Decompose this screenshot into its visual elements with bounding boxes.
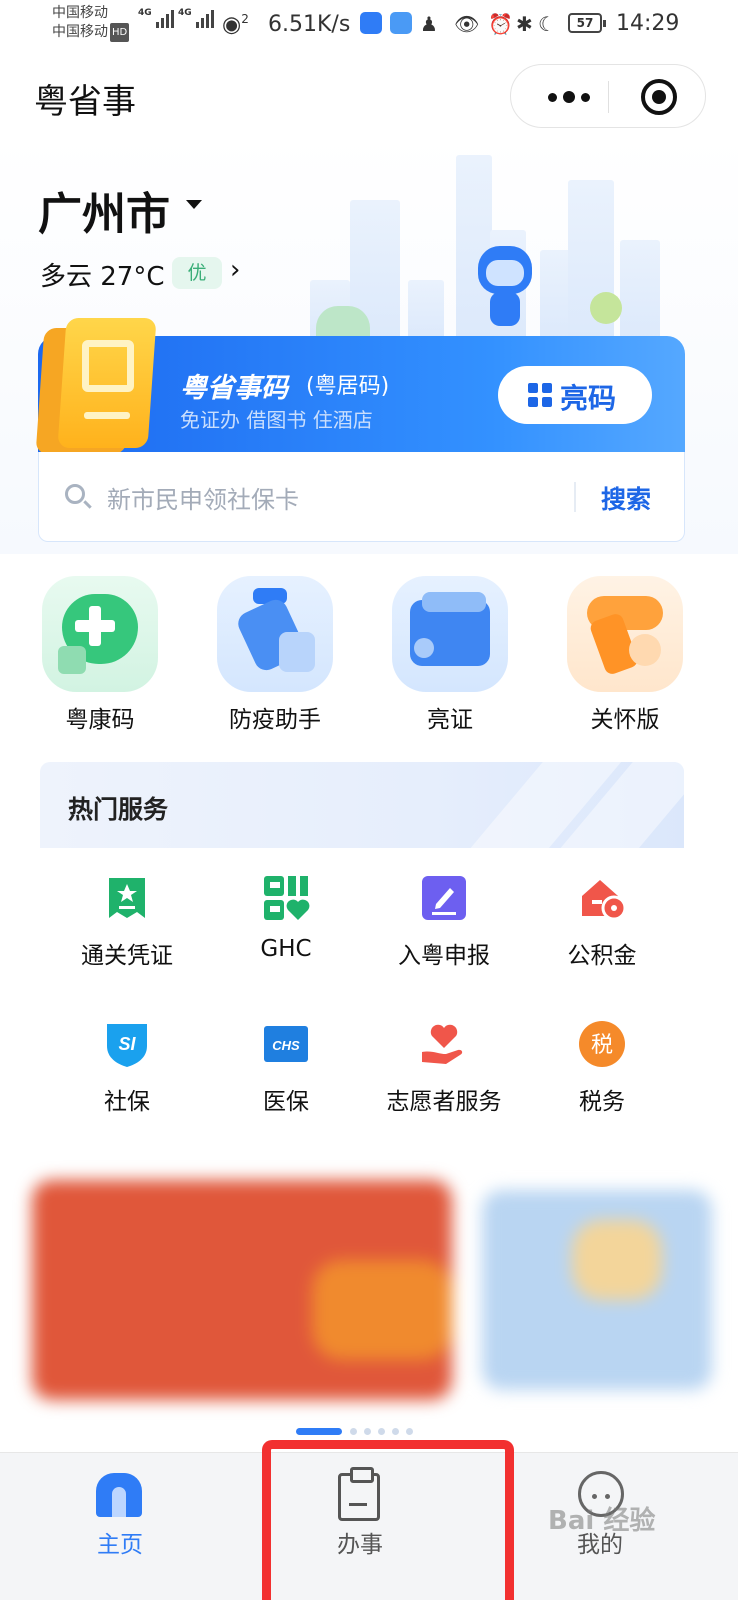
hd-badge: HD [110,23,130,42]
shortcut-show-id[interactable]: 亮证 [380,576,520,736]
scarf-icon [567,576,683,692]
wifi-icon: ◉2 [222,12,249,38]
eye-icon: 👁 [454,12,480,36]
promo-banner[interactable] [12,1150,726,1412]
alarm-icon: ⏰ [488,12,513,36]
bush-illustration [316,306,370,336]
battery-icon: 57 [568,13,606,33]
ghc-icon [264,876,310,920]
code-card-desc: 免证办 借图书 住酒店 [180,408,373,432]
highlight-frame [262,1440,514,1600]
declare-icon [422,876,466,920]
heart-icon [42,576,158,692]
hot-services-title: 热门服务 [68,795,169,824]
service-ghc[interactable]: GHC [206,874,366,974]
tax-icon: 税 [579,1021,625,1067]
chevron-right-icon[interactable]: › [230,255,240,285]
caret-down-icon[interactable] [186,200,202,209]
tab-home-label: 主页 [97,1532,143,1558]
more-options-icon[interactable] [539,83,599,111]
search-divider [574,482,576,512]
bluetooth-icon: ✱ [516,12,533,36]
signal-icon: 4G [138,8,174,28]
tree-illustration [590,292,622,324]
social-security-icon: SI [107,1024,147,1067]
volunteer-icon [422,1024,463,1064]
moon-icon: ☾ [538,12,556,36]
air-quality-badge: 优 [172,257,222,289]
service-label: 公积金 [567,943,637,969]
weather-app-icon [360,12,382,34]
status-bar: 中国移动 中国移动 HD 4G 4G ◉2 6.51K/s ♟ 👁 ⏰ ✱ ☾ 5… [0,0,738,50]
voucher-icon [109,878,145,918]
shortcut-epidemic-helper[interactable]: 防疫助手 [205,576,345,736]
app-title: 粤省事 [34,82,136,122]
wallet-card-icon [392,576,508,692]
mini-program-titlebar: 粤省事 [0,60,738,134]
service-label: 医保 [263,1089,309,1115]
city-selector[interactable]: 广州市 [38,178,170,242]
tax-glyph: 税 [591,1033,613,1058]
home-icon [96,1473,142,1517]
carrier-2: 中国移动 [52,24,108,40]
service-customs-voucher[interactable]: 通关凭证 [47,874,207,974]
net-type-label-2: 4G [178,8,192,18]
search-icon [65,484,85,504]
chs-glyph: CHS [272,1038,300,1053]
service-volunteer[interactable]: 志愿者服务 [364,1020,524,1120]
service-label: 志愿者服务 [386,1089,502,1115]
code-card-subtitle: (粤居码) [306,374,390,399]
shortcut-label: 防疫助手 [229,707,321,733]
search-placeholder[interactable]: 新市民申领社保卡 [107,480,299,515]
spray-bottle-icon [217,576,333,692]
weather-text[interactable]: 多云 27°C [40,256,165,293]
service-tax[interactable]: 税 税务 [522,1020,682,1120]
clock: 14:29 [616,11,680,36]
hot-services-header: 热门服务 [40,762,684,848]
close-mini-program-icon[interactable] [641,79,677,115]
carrier-names: 中国移动 中国移动 HD [52,4,130,42]
service-entry-declaration[interactable]: 入粤申报 [364,874,524,974]
shortcut-care-version[interactable]: 关怀版 [555,576,695,736]
code-badge-icon [35,318,157,454]
shortcut-label: 粤康码 [65,707,135,733]
capsule-menu [510,64,706,128]
net-type-label: 4G [138,8,152,18]
banner-page-indicator [296,1428,426,1436]
medical-insurance-icon: CHS [264,1026,308,1062]
service-label: 入粤申报 [398,943,490,969]
cloud-app-icon [390,12,412,34]
hot-services-panel: 热门服务 通关凭证 GHC 入粤申报 公积金 SI 社保 CHS 医保 志愿者服… [40,762,684,1148]
tab-home[interactable]: 主页 [40,1453,200,1600]
search-button[interactable]: 搜索 [601,480,651,516]
shortcut-health-code[interactable]: 粤康码 [30,576,170,736]
service-label: 通关凭证 [81,943,173,969]
service-label: GHC [260,936,312,962]
house-fund-icon [582,880,626,921]
code-card-title: 粤省事码 [180,373,288,404]
qr-code-icon [528,383,552,407]
qq-icon: ♟ [420,12,438,36]
shortcut-label: 亮证 [427,707,473,733]
capsule-divider [608,81,609,113]
shortcut-label: 关怀版 [590,707,660,733]
net-speed: 6.51K/s [268,12,351,37]
search-bar[interactable]: 新市民申领社保卡 搜索 [38,452,685,542]
wifi-number: 2 [241,12,249,26]
si-glyph: SI [118,1034,136,1054]
service-medical-insurance[interactable]: CHS 医保 [206,1020,366,1120]
mascot-illustration [474,246,536,332]
baidu-watermark: Bai 经验 [548,1506,656,1536]
service-label: 社保 [104,1089,150,1115]
service-label: 税务 [579,1089,625,1115]
service-housing-fund[interactable]: 公积金 [522,874,682,974]
signal-icon-2: 4G [178,8,214,28]
carrier-1: 中国移动 [52,5,108,21]
show-code-button[interactable]: 亮码 [498,366,652,424]
service-social-security[interactable]: SI 社保 [47,1020,207,1120]
show-code-label: 亮码 [560,382,617,415]
